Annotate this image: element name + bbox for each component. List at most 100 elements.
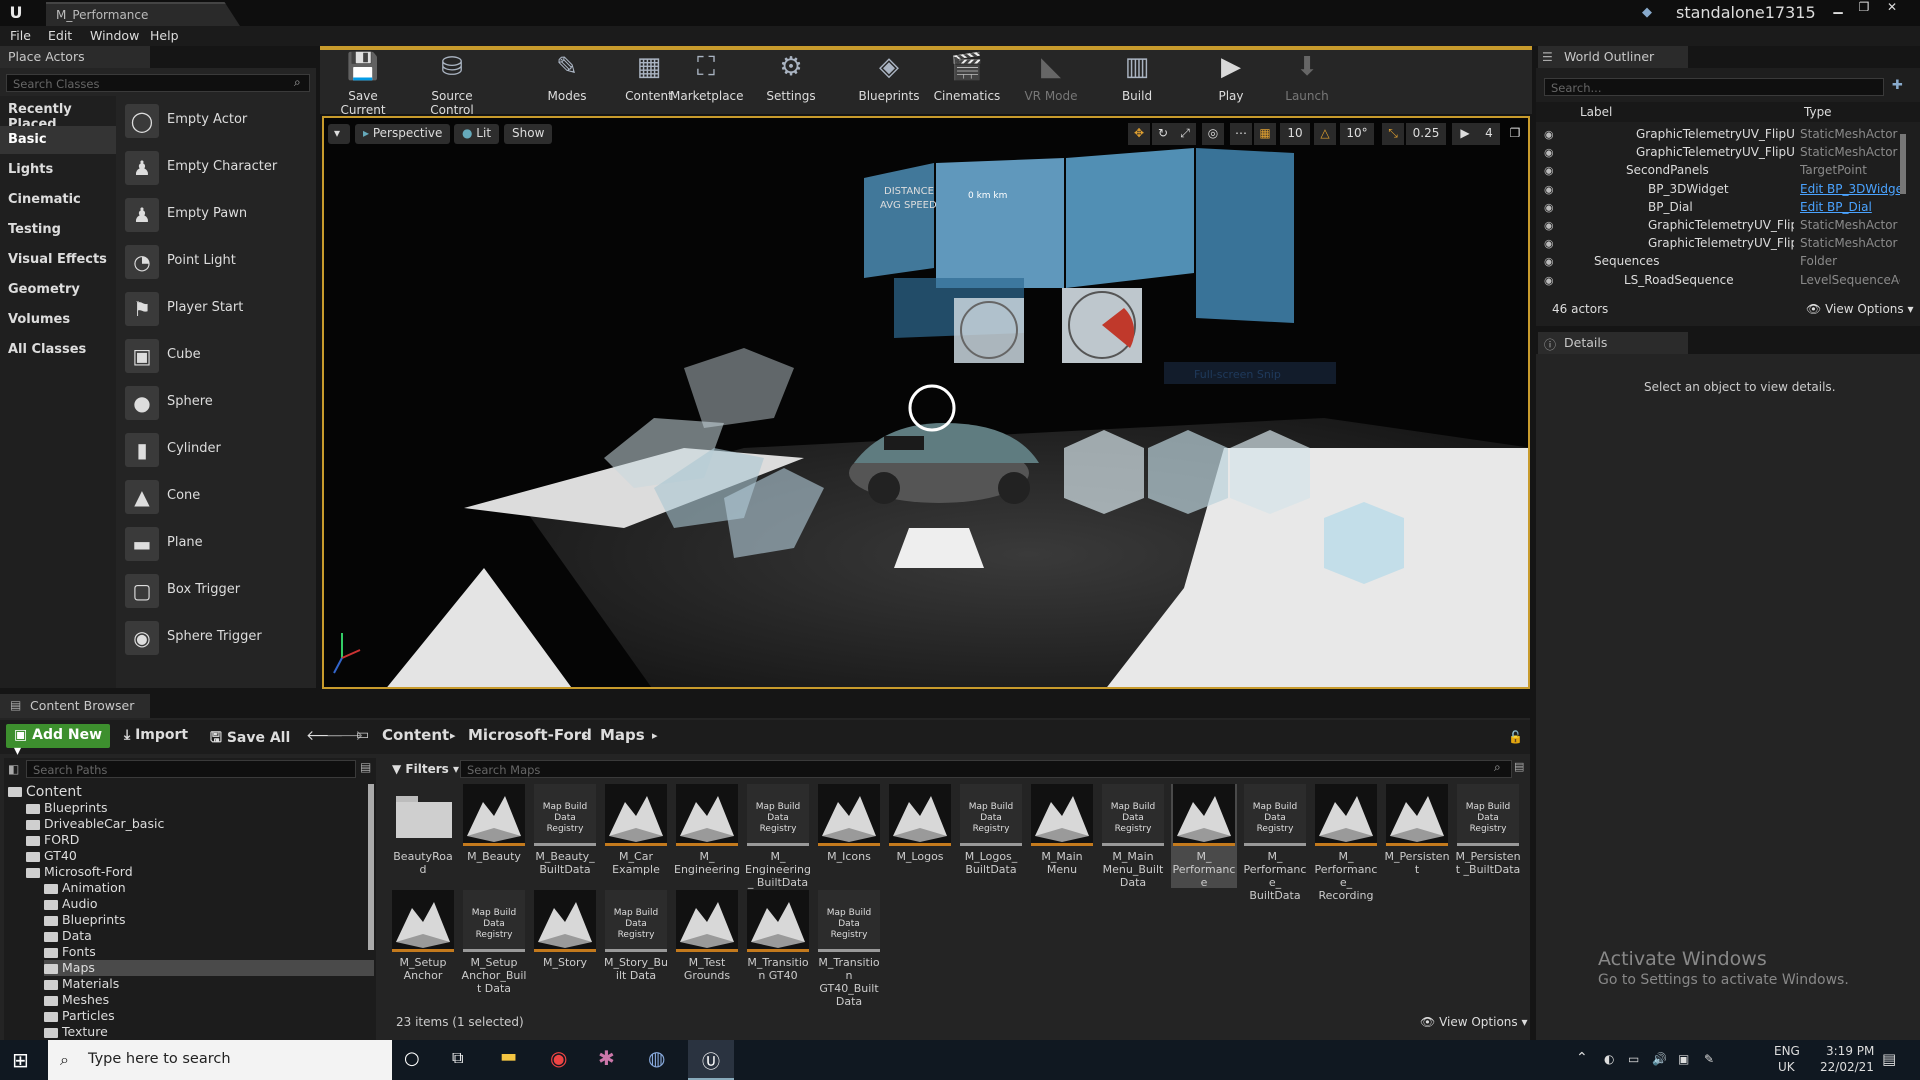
folder-tree-item[interactable]: Materials [44, 976, 119, 992]
filters-button[interactable]: ▼ Filters ▾ [392, 762, 459, 776]
asset-map[interactable]: M_ Performance_ Recording [1313, 784, 1379, 902]
grid-snap-icon[interactable]: ▦ [1254, 123, 1276, 145]
actor-item[interactable]: ▮ Cylinder [125, 429, 305, 473]
blueprints-button[interactable]: ◈ Blueprints [854, 52, 924, 110]
menu-file[interactable]: File [10, 28, 31, 43]
search-classes-input[interactable]: Search Classes [6, 74, 310, 92]
document-tab[interactable]: M_Performance [46, 2, 240, 26]
category-lights[interactable]: Lights [0, 156, 116, 184]
file-explorer-icon[interactable]: ▬ [500, 1046, 528, 1070]
folder-tree-item[interactable]: FORD [26, 832, 79, 848]
visibility-eye-icon[interactable]: ◉ [1544, 237, 1554, 250]
rotate-tool-icon[interactable]: ↻ [1152, 123, 1174, 145]
actor-item[interactable]: ⚑ Player Start [125, 288, 305, 332]
outliner-view-options[interactable]: 👁 View Options ▾ [1806, 302, 1914, 316]
viewport-options-button[interactable]: ▾ [328, 124, 350, 144]
visibility-eye-icon[interactable]: ◉ [1544, 128, 1554, 141]
actor-item[interactable]: ▢ Box Trigger [125, 570, 305, 614]
save-all-button[interactable]: 🖫 Save All [210, 727, 290, 751]
paths-settings-icon[interactable]: ▤ [360, 760, 371, 774]
menu-help[interactable]: Help [150, 28, 179, 43]
asset-map[interactable]: M_Transition GT40 [745, 890, 811, 994]
menu-edit[interactable]: Edit [48, 28, 72, 43]
level-viewport[interactable]: DISTANCE AVG SPEED 0 km km Full-screen S… [322, 116, 1530, 689]
outliner-row[interactable]: ◉ GraphicTelemetryUV_FlipUV StaticMeshActo… [1544, 217, 1904, 235]
asset-map[interactable]: M_Icons [816, 784, 882, 888]
notifications-icon[interactable]: ▤ [1882, 1050, 1896, 1068]
visibility-eye-icon[interactable]: ◉ [1544, 164, 1554, 177]
folder-tree-item[interactable]: Blueprints [44, 912, 126, 928]
search-maps-input[interactable]: Search Maps [460, 760, 1512, 778]
outliner-row[interactable]: ◉ SecondPanels TargetPoint [1544, 162, 1904, 180]
folder-tree-item[interactable]: Blueprints [26, 800, 108, 816]
tray-app-icon[interactable]: ◐ [1604, 1052, 1614, 1066]
asset-map[interactable]: M_Setup Anchor [390, 890, 456, 994]
visibility-eye-icon[interactable]: ◉ [1544, 255, 1554, 268]
asset-map[interactable]: M_ Performance [1171, 784, 1237, 889]
clock-time[interactable]: 3:19 PM [1826, 1044, 1874, 1058]
visual-studio-icon[interactable]: ◍ [648, 1046, 665, 1070]
volume-icon[interactable]: 🔊 [1652, 1052, 1667, 1066]
scale-tool-icon[interactable]: ⤢ [1174, 123, 1196, 145]
unreal-taskbar-button[interactable]: Ⓤ [688, 1040, 734, 1080]
save-current-button[interactable]: 💾 Save Current [328, 52, 398, 117]
surface-snap-icon[interactable]: ⋯ [1230, 123, 1252, 145]
lock-icon[interactable]: 🔓 [1508, 730, 1523, 744]
outliner-label-column[interactable]: Label [1580, 105, 1612, 119]
display-icon[interactable]: ▣ [1678, 1052, 1689, 1066]
network-icon[interactable]: ▭ [1628, 1052, 1639, 1066]
edit-blueprint-link[interactable]: Edit BP_Dial [1800, 200, 1900, 214]
visibility-eye-icon[interactable]: ◉ [1544, 201, 1554, 214]
category-cinematic[interactable]: Cinematic [0, 186, 116, 214]
outliner-search-input[interactable]: Search... [1544, 78, 1884, 96]
rotation-snap-icon[interactable]: △ [1314, 123, 1336, 145]
actor-item[interactable]: ◯ Empty Actor [125, 100, 305, 144]
clock-date[interactable]: 22/02/21 [1820, 1060, 1874, 1074]
language[interactable]: ENG [1774, 1044, 1800, 1058]
actor-item[interactable]: ◔ Point Light [125, 241, 305, 285]
scale-snap-icon[interactable]: ⤡ [1382, 123, 1404, 145]
windows-start-icon[interactable]: ⊞ [12, 1048, 29, 1072]
world-outliner-tab[interactable]: World Outliner [1538, 46, 1688, 68]
category-recently-placed[interactable]: Recently Placed [0, 96, 116, 132]
minimize-icon[interactable]: ▁ [1826, 0, 1850, 18]
asset-map[interactable]: M_Persistent [1384, 784, 1450, 888]
content-browser-tab[interactable]: Content Browser [0, 694, 150, 718]
asset-map[interactable]: M_ Engineering [674, 784, 740, 888]
source-control-button[interactable]: ⛁ Source Control [410, 52, 494, 117]
asset-build-data[interactable]: Map Build Data Registry M_Setup Anchor_Bu… [461, 890, 527, 995]
import-button[interactable]: ⤓ Import [124, 727, 188, 743]
outliner-row[interactable]: ◉ GraphicTelemetryUV_FlipUV StaticMeshActo… [1544, 235, 1904, 253]
camera-speed-value[interactable]: 4 [1478, 123, 1500, 145]
folder-tree-item[interactable]: Data [44, 928, 92, 944]
folder-tree-item[interactable]: Meshes [44, 992, 109, 1008]
edit-blueprint-link[interactable]: Edit BP_3DWidge [1800, 182, 1900, 196]
lit-button[interactable]: ● Lit [454, 124, 500, 144]
scale-snap-value[interactable]: 0.25 [1406, 123, 1446, 145]
outliner-row[interactable]: ◉ GraphicTelemetryUV_FlipUV_T StaticMeshAc… [1544, 126, 1904, 144]
asset-map[interactable]: M_Logos [887, 784, 953, 888]
menu-window[interactable]: Window [90, 28, 139, 43]
asset-view-options[interactable]: 👁 View Options ▾ [1420, 1015, 1528, 1029]
actor-item[interactable]: ● Sphere [125, 382, 305, 426]
folder-tree-item[interactable]: DriveableCar_basic [26, 816, 164, 832]
category-geometry[interactable]: Geometry [0, 276, 116, 304]
details-tab[interactable]: Details [1538, 332, 1688, 354]
outliner-row[interactable]: ◉ Sequences Folder [1544, 253, 1904, 271]
settings-button[interactable]: ⚙ Settings [756, 52, 826, 110]
cinematics-button[interactable]: 🎬 Cinematics [932, 52, 1002, 110]
translate-tool-icon[interactable]: ✥ [1128, 123, 1150, 145]
actor-item[interactable]: ▣ Cube [125, 335, 305, 379]
asset-map[interactable]: M_Main Menu [1029, 784, 1095, 888]
breadcrumb-maps[interactable]: Maps [600, 726, 645, 744]
asset-build-data[interactable]: Map Build Data Registry M_Beauty_ BuiltDa… [532, 784, 598, 888]
outliner-scrollbar[interactable] [1900, 134, 1906, 194]
marketplace-button[interactable]: ⛶ Marketplace [670, 52, 744, 110]
actor-item[interactable]: ◉ Sphere Trigger [125, 617, 305, 661]
maximize-icon[interactable]: ❐ [1852, 0, 1876, 18]
visibility-eye-icon[interactable]: ◉ [1544, 219, 1554, 232]
outliner-row[interactable]: ◉ LS_RoadSequence LevelSequenceAct [1544, 272, 1904, 290]
folder-tree-item[interactable]: Content [8, 784, 82, 800]
visibility-eye-icon[interactable]: ◉ [1544, 274, 1554, 287]
folder-tree-item[interactable]: Audio [44, 896, 98, 912]
